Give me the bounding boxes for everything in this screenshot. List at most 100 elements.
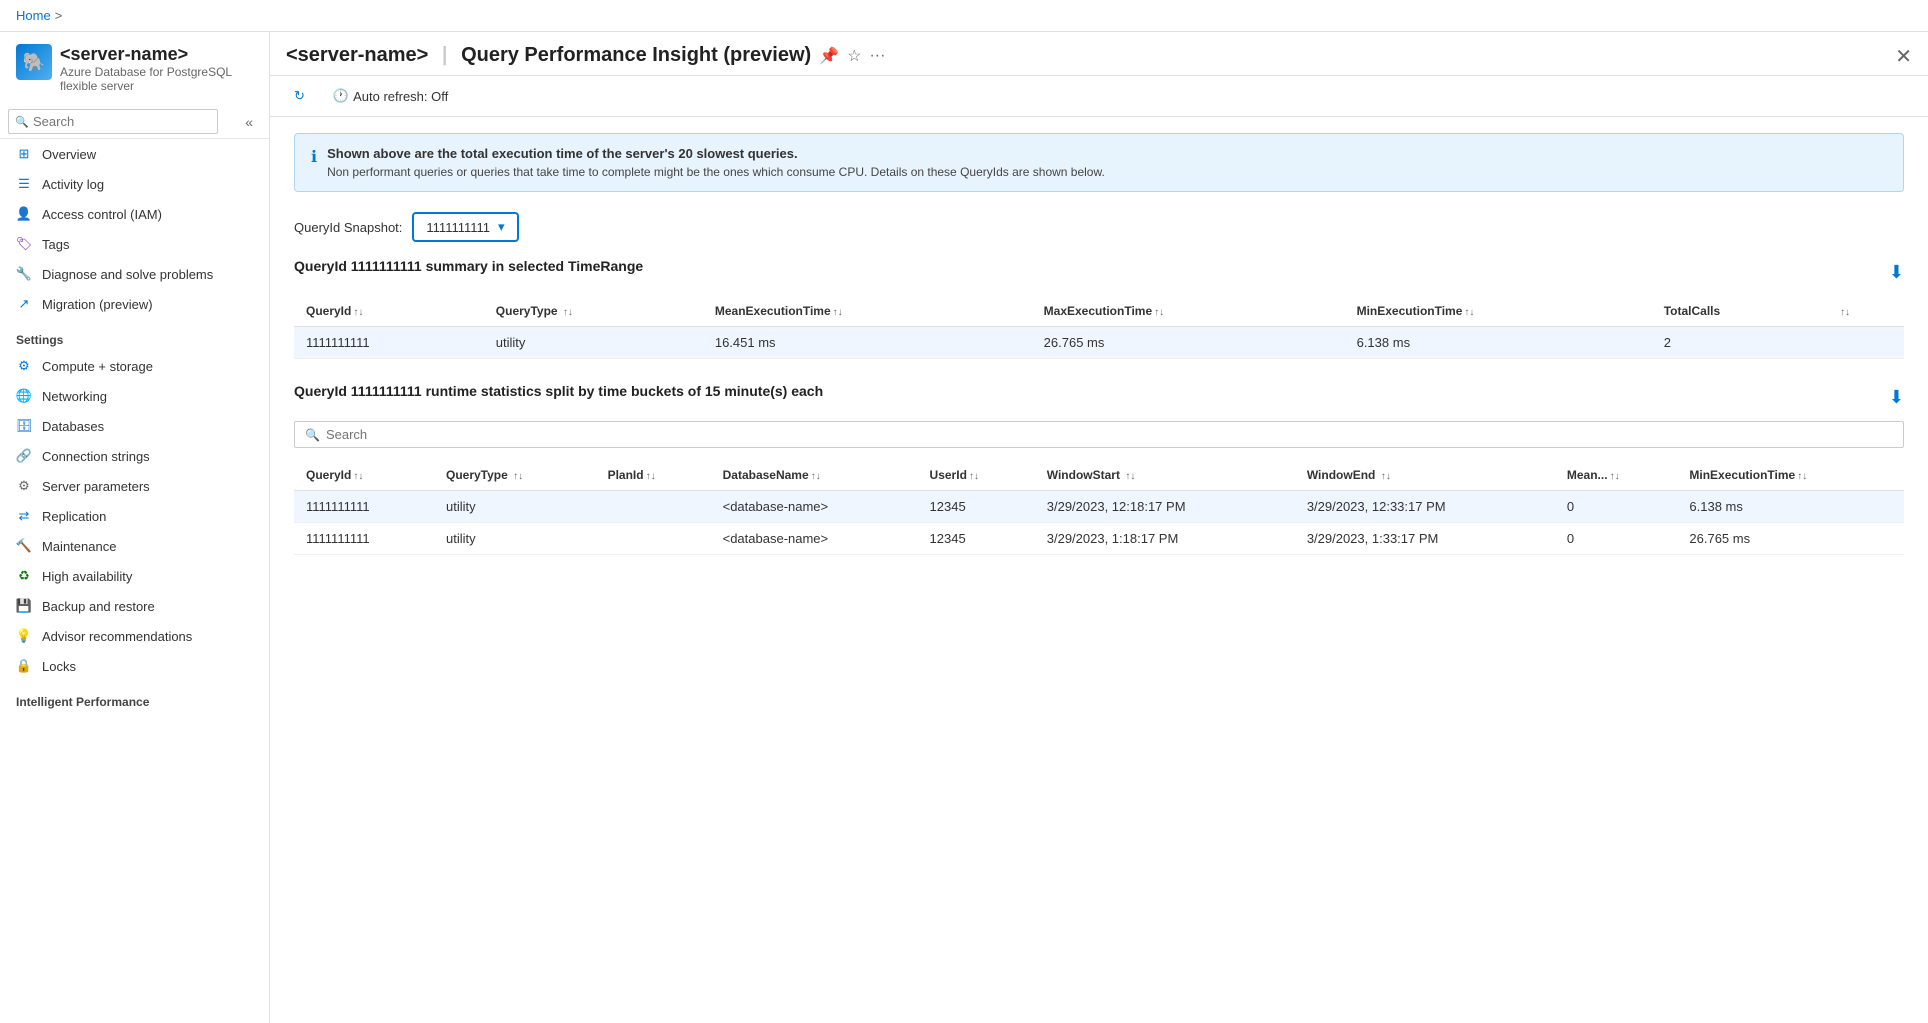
- toolbar: ↻ 🕐 Auto refresh: Off: [270, 76, 1928, 117]
- title-separator: |: [442, 44, 448, 66]
- rt-cell-minexec-2: 26.765 ms: [1677, 523, 1904, 555]
- sidebar-item-server-parameters[interactable]: ⚙ Server parameters: [0, 471, 269, 501]
- main-content: <server-name> | Query Performance Insigh…: [270, 32, 1928, 1023]
- sidebar-label-activity-log: Activity log: [42, 177, 104, 192]
- breadcrumb-separator: >: [55, 8, 63, 23]
- rt-sort-windowend: ↑↓: [1381, 471, 1391, 482]
- collapse-button[interactable]: «: [237, 110, 261, 134]
- rt-cell-winstart-1: 3/29/2023, 12:18:17 PM: [1035, 491, 1295, 523]
- pin-button[interactable]: 📌: [819, 46, 839, 66]
- auto-refresh-button[interactable]: 🕐 Auto refresh: Off: [325, 84, 456, 108]
- more-button[interactable]: ···: [869, 46, 885, 66]
- sidebar-item-maintenance[interactable]: 🔨 Maintenance: [0, 531, 269, 561]
- sidebar-item-databases[interactable]: 🗄 Databases: [0, 411, 269, 441]
- server-name-title: <server-name>: [286, 44, 428, 66]
- page-title: <server-name> | Query Performance Insigh…: [286, 44, 811, 67]
- rt-col-minexec: MinExecutionTime↑↓: [1677, 460, 1904, 491]
- sidebar-item-diagnose[interactable]: 🔧 Diagnose and solve problems: [0, 259, 269, 289]
- sidebar-label-access-control: Access control (IAM): [42, 207, 162, 222]
- runtime-table-header: QueryId↑↓ QueryType ↑↓ PlanId↑↓ Database…: [294, 460, 1904, 491]
- table-row: 1111111111 utility <database-name> 12345…: [294, 523, 1904, 555]
- sidebar-label-migration: Migration (preview): [42, 297, 153, 312]
- cell-max: 26.765 ms: [1032, 327, 1345, 359]
- replication-icon: ⇄: [16, 508, 32, 524]
- content-area: ℹ Shown above are the total execution ti…: [270, 117, 1928, 1023]
- sidebar-label-overview: Overview: [42, 147, 96, 162]
- sidebar-label-connection-strings: Connection strings: [42, 449, 150, 464]
- sidebar-item-locks[interactable]: 🔒 Locks: [0, 651, 269, 681]
- summary-section: QueryId 1111111111 summary in selected T…: [294, 258, 1904, 359]
- chevron-down-icon: ▾: [498, 219, 505, 235]
- close-button[interactable]: ✕: [1895, 44, 1912, 69]
- rt-col-windowend: WindowEnd ↑↓: [1295, 460, 1555, 491]
- summary-table-title: QueryId 1111111111 summary in selected T…: [294, 258, 643, 274]
- table-row: 1111111111 utility <database-name> 12345…: [294, 491, 1904, 523]
- rt-cell-mean-1: 0: [1555, 491, 1678, 523]
- sidebar-item-connection-strings[interactable]: 🔗 Connection strings: [0, 441, 269, 471]
- sidebar-label-databases: Databases: [42, 419, 104, 434]
- sidebar-item-migration[interactable]: ↗ Migration (preview): [0, 289, 269, 319]
- search-input[interactable]: [8, 109, 218, 134]
- rt-cell-querytype-1: utility: [434, 491, 596, 523]
- header-icons: 📌 ☆ ···: [819, 46, 885, 66]
- sidebar-item-activity-log[interactable]: ☰ Activity log: [0, 169, 269, 199]
- col-max-exec: MaxExecutionTime↑↓: [1032, 296, 1345, 327]
- sidebar-item-high-availability[interactable]: ♻ High availability: [0, 561, 269, 591]
- rt-cell-queryid-2: 1111111111: [294, 523, 434, 555]
- info-banner-detail: Non performant queries or queries that t…: [327, 165, 1105, 179]
- gear-icon: ⚙: [16, 478, 32, 494]
- col-sort-extra: ↑↓: [1826, 296, 1904, 327]
- clock-icon: 🕐: [333, 88, 349, 104]
- sidebar-item-overview[interactable]: ⊞ Overview: [0, 139, 269, 169]
- sidebar-item-advisor[interactable]: 💡 Advisor recommendations: [0, 621, 269, 651]
- rt-cell-dbname-1: <database-name>: [711, 491, 918, 523]
- sidebar-item-replication[interactable]: ⇄ Replication: [0, 501, 269, 531]
- info-icon: ℹ: [311, 147, 317, 179]
- snapshot-dropdown[interactable]: 1111111111 ▾: [412, 212, 518, 242]
- rt-cell-userid-1: 12345: [918, 491, 1035, 523]
- intelligent-performance-label: Intelligent Performance: [0, 681, 269, 713]
- maintenance-icon: 🔨: [16, 538, 32, 554]
- sidebar-label-networking: Networking: [42, 389, 107, 404]
- summary-table-header: QueryId↑↓ QueryType ↑↓ MeanExecutionTime…: [294, 296, 1904, 327]
- col-querytype: QueryType ↑↓: [484, 296, 703, 327]
- runtime-download-button[interactable]: ⬇: [1889, 387, 1904, 408]
- runtime-table-body: 1111111111 utility <database-name> 12345…: [294, 491, 1904, 555]
- breadcrumb-home[interactable]: Home: [16, 8, 51, 23]
- sidebar: 🐘 <server-name> Azure Database for Postg…: [0, 32, 270, 1023]
- cell-total-calls: 2: [1652, 327, 1826, 359]
- server-icon: 🐘: [16, 44, 52, 80]
- refresh-button[interactable]: ↻: [286, 84, 313, 108]
- settings-section-label: Settings: [0, 319, 269, 351]
- sidebar-item-compute-storage[interactable]: ⚙ Compute + storage: [0, 351, 269, 381]
- sidebar-item-backup-restore[interactable]: 💾 Backup and restore: [0, 591, 269, 621]
- refresh-icon: ↻: [294, 88, 305, 104]
- rt-cell-planid-1: [596, 491, 711, 523]
- rt-cell-mean-2: 0: [1555, 523, 1678, 555]
- page-title-text: Query Performance Insight (preview): [461, 44, 811, 66]
- sort-icon-min: ↑↓: [1464, 307, 1474, 318]
- summary-download-button[interactable]: ⬇: [1889, 262, 1904, 283]
- rt-sort-querytype: ↑↓: [513, 471, 523, 482]
- advisor-icon: 💡: [16, 628, 32, 644]
- favorite-button[interactable]: ☆: [847, 46, 861, 66]
- rt-col-windowstart: WindowStart ↑↓: [1035, 460, 1295, 491]
- summary-table: QueryId↑↓ QueryType ↑↓ MeanExecutionTime…: [294, 296, 1904, 359]
- sidebar-label-advisor: Advisor recommendations: [42, 629, 192, 644]
- runtime-table-title: QueryId 1111111111 runtime statistics sp…: [294, 383, 823, 399]
- rt-col-mean: Mean...↑↓: [1555, 460, 1678, 491]
- snapshot-value: 1111111111: [426, 220, 490, 235]
- col-queryid: QueryId↑↓: [294, 296, 484, 327]
- rt-col-dbname: DatabaseName↑↓: [711, 460, 918, 491]
- sidebar-item-networking[interactable]: 🌐 Networking: [0, 381, 269, 411]
- sidebar-nav: ⊞ Overview ☰ Activity log 👤 Access contr…: [0, 139, 269, 1023]
- rt-sort-minexec: ↑↓: [1797, 471, 1807, 482]
- migration-icon: ↗: [16, 296, 32, 312]
- server-name: <server-name>: [60, 44, 253, 65]
- sidebar-item-tags[interactable]: 🏷 Tags: [0, 229, 269, 259]
- rt-col-userid: UserId↑↓: [918, 460, 1035, 491]
- person-icon: 👤: [16, 206, 32, 222]
- search-wrapper: 🔍: [8, 109, 233, 134]
- runtime-search-input[interactable]: [326, 427, 1893, 442]
- sidebar-item-access-control[interactable]: 👤 Access control (IAM): [0, 199, 269, 229]
